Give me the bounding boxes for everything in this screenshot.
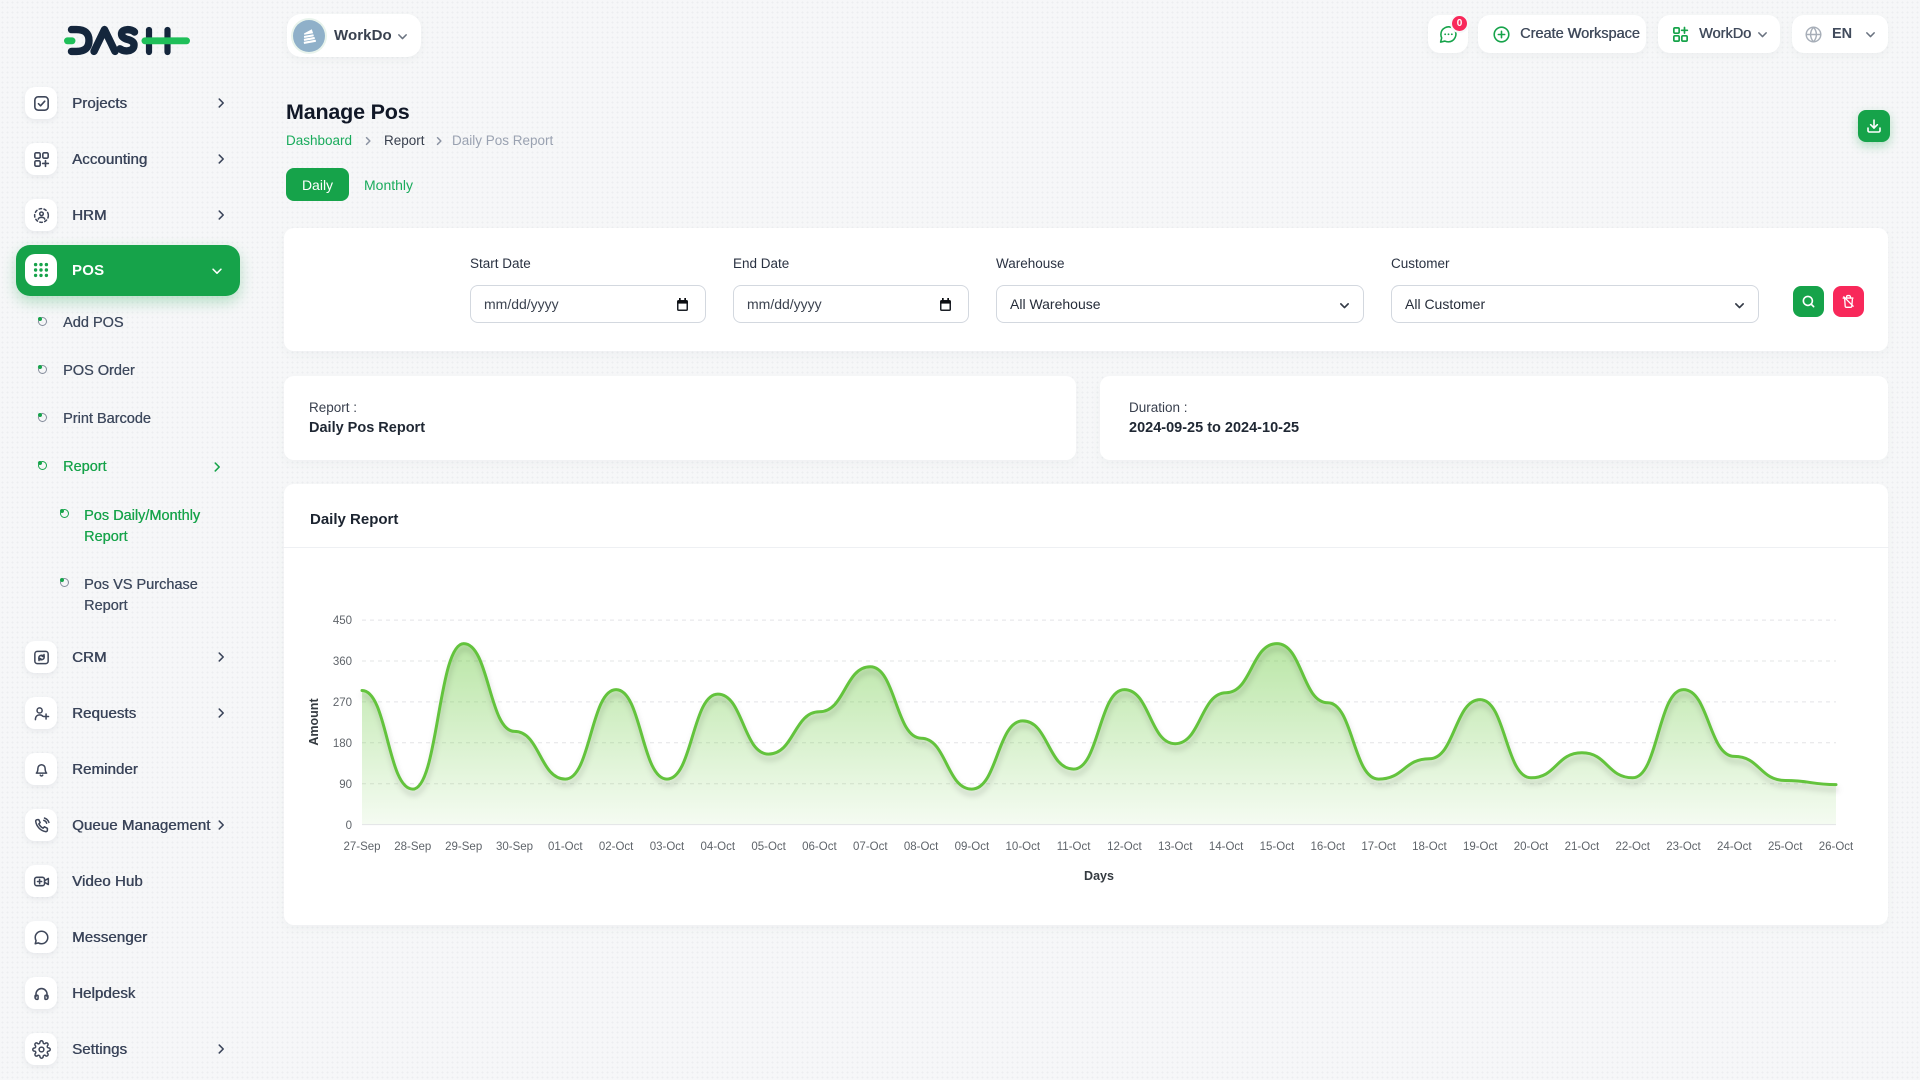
svg-text:360: 360	[333, 656, 352, 668]
svg-text:30-Sep: 30-Sep	[496, 841, 533, 853]
svg-text:29-Sep: 29-Sep	[445, 841, 482, 853]
svg-text:02-Oct: 02-Oct	[599, 841, 634, 853]
svg-text:25-Oct: 25-Oct	[1768, 841, 1803, 853]
svg-text:12-Oct: 12-Oct	[1107, 841, 1142, 853]
svg-text:14-Oct: 14-Oct	[1209, 841, 1244, 853]
svg-text:06-Oct: 06-Oct	[802, 841, 837, 853]
svg-text:03-Oct: 03-Oct	[650, 841, 685, 853]
svg-text:0: 0	[346, 820, 352, 832]
svg-text:23-Oct: 23-Oct	[1666, 841, 1701, 853]
svg-text:05-Oct: 05-Oct	[751, 841, 786, 853]
svg-text:11-Oct: 11-Oct	[1057, 841, 1091, 853]
svg-text:24-Oct: 24-Oct	[1717, 841, 1752, 853]
svg-text:18-Oct: 18-Oct	[1412, 841, 1447, 853]
svg-text:08-Oct: 08-Oct	[904, 841, 939, 853]
svg-text:10-Oct: 10-Oct	[1006, 841, 1041, 853]
svg-text:27-Sep: 27-Sep	[343, 841, 380, 853]
svg-text:20-Oct: 20-Oct	[1514, 841, 1549, 853]
svg-text:90: 90	[339, 779, 352, 791]
svg-text:270: 270	[333, 697, 352, 709]
svg-text:450: 450	[333, 615, 352, 627]
svg-text:16-Oct: 16-Oct	[1310, 841, 1345, 853]
svg-text:07-Oct: 07-Oct	[853, 841, 888, 853]
svg-text:21-Oct: 21-Oct	[1565, 841, 1600, 853]
svg-text:Amount: Amount	[307, 698, 321, 746]
svg-text:26-Oct: 26-Oct	[1819, 841, 1854, 853]
svg-text:13-Oct: 13-Oct	[1158, 841, 1193, 853]
svg-text:22-Oct: 22-Oct	[1615, 841, 1650, 853]
svg-text:01-Oct: 01-Oct	[548, 841, 583, 853]
svg-text:19-Oct: 19-Oct	[1463, 841, 1498, 853]
svg-text:28-Sep: 28-Sep	[394, 841, 431, 853]
svg-text:17-Oct: 17-Oct	[1361, 841, 1396, 853]
svg-text:Days: Days	[1084, 869, 1114, 883]
svg-text:180: 180	[333, 738, 352, 750]
svg-text:04-Oct: 04-Oct	[701, 841, 736, 853]
svg-text:15-Oct: 15-Oct	[1260, 841, 1295, 853]
svg-text:09-Oct: 09-Oct	[955, 841, 990, 853]
